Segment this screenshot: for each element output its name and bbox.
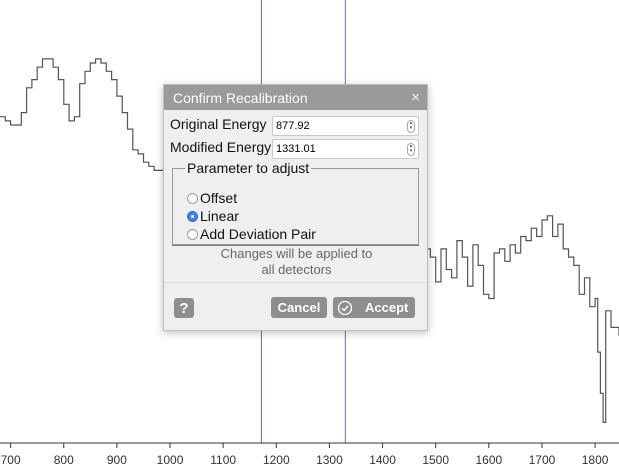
original-energy-value: 877.92	[276, 120, 310, 132]
radio-option-linear[interactable]: Linear	[187, 208, 239, 224]
apply-note-line2: all detectors	[261, 262, 332, 277]
parameter-legend: Parameter to adjust	[187, 160, 310, 176]
confirm-recalibration-dialog: Confirm Recalibration × Original Energy …	[163, 84, 428, 331]
x-axis-tick-label: 1400	[369, 453, 396, 467]
cancel-button[interactable]: Cancel	[271, 297, 327, 318]
x-axis-tick-label: 800	[54, 453, 74, 467]
x-axis-tick-label: 1000	[157, 453, 184, 467]
original-energy-input[interactable]: 877.92 ▴ ▾	[272, 116, 419, 136]
x-axis-tick-label: 1600	[475, 453, 502, 467]
parameter-fieldset: Parameter to adjust Offset Linear Add De…	[172, 160, 419, 245]
radio-label: Add Deviation Pair	[200, 226, 316, 242]
apply-note-line1: Changes will be applied to	[220, 246, 373, 261]
accept-label: Accept	[365, 300, 409, 315]
radio-button[interactable]	[187, 192, 198, 204]
radio-button[interactable]	[187, 228, 198, 240]
radio-option-deviation-pair[interactable]: Add Deviation Pair	[187, 226, 316, 242]
check-circle-icon	[337, 300, 353, 315]
modified-energy-row: Modified Energy	[170, 137, 274, 157]
footer-divider	[164, 282, 427, 283]
help-icon[interactable]: ?	[174, 298, 194, 318]
dialog-titlebar: Confirm Recalibration ×	[164, 85, 427, 110]
dialog-title: Confirm Recalibration	[173, 89, 308, 106]
radio-label: Offset	[200, 190, 238, 206]
radio-option-offset[interactable]: Offset	[187, 190, 237, 206]
apply-note: Changes will be applied to all detectors	[164, 246, 429, 278]
accept-button[interactable]: Accept	[333, 297, 415, 318]
spinner-arrows-icon[interactable]: ▴ ▾	[407, 143, 415, 156]
x-axis-tick-label: 1800	[582, 453, 609, 467]
radio-label: Linear	[200, 208, 239, 224]
x-axis-tick-label: 900	[107, 453, 127, 467]
modified-energy-label: Modified Energy	[170, 139, 272, 155]
x-axis-tick-label: 1300	[316, 453, 343, 467]
x-axis-tick-label: 1200	[263, 453, 290, 467]
x-axis-ticks: 700 800 900 1000 1100 1200 1300 1400 1500 1600 170…	[1, 443, 609, 467]
x-axis-tick-label: 1100	[210, 453, 236, 467]
original-energy-row: Original Energy	[170, 114, 274, 134]
spinner-arrows-icon[interactable]: ▴ ▾	[407, 120, 415, 133]
x-axis-tick-label: 700	[1, 453, 21, 467]
close-icon[interactable]: ×	[411, 90, 420, 105]
modified-energy-input[interactable]: 1331.01 ▴ ▾	[272, 139, 419, 159]
modified-energy-value: 1331.01	[276, 143, 316, 155]
x-axis-tick-label: 1500	[422, 453, 449, 467]
original-energy-label: Original Energy	[170, 116, 267, 132]
radio-button-checked[interactable]	[187, 210, 198, 222]
x-axis-tick-label: 1700	[529, 453, 556, 467]
